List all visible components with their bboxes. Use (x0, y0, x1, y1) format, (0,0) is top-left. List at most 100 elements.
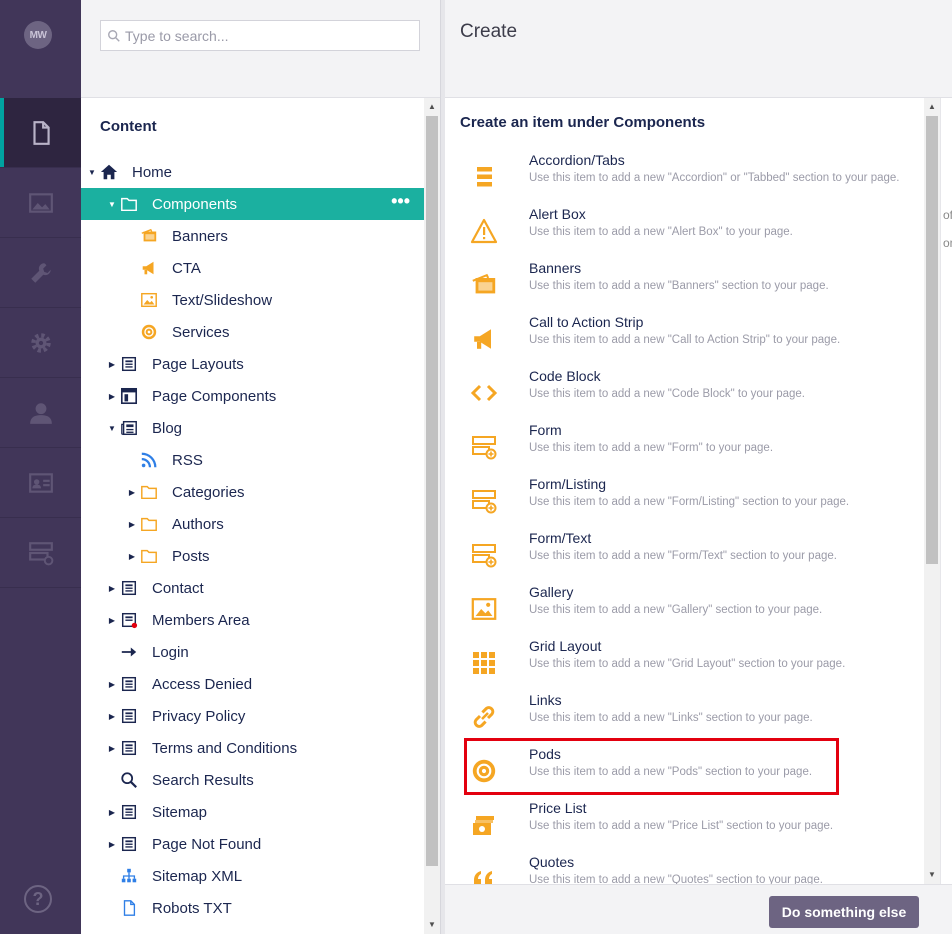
tree-node[interactable]: ▼ Blog (81, 412, 424, 444)
folder-orange-icon (140, 483, 158, 501)
scroll-down-arrow-icon[interactable]: ▼ (428, 920, 436, 929)
tree-node[interactable]: Robots TXT (81, 892, 424, 924)
caret-right-icon[interactable]: ▶ (107, 679, 117, 689)
create-header: Create (445, 0, 952, 98)
tree-node-label: Robots TXT (152, 900, 232, 917)
tree-node[interactable]: Search Results (81, 764, 424, 796)
create-item-form-text[interactable]: Form/Text Use this item to add a new "For… (445, 530, 924, 584)
caret-right-icon[interactable]: ▶ (107, 583, 117, 593)
caret-right-icon[interactable]: ▶ (127, 519, 137, 529)
section-members[interactable] (0, 448, 81, 518)
create-item-banners[interactable]: Banners Use this item to add a new "Banne… (445, 260, 924, 314)
tree-node[interactable]: ▼ Home (81, 156, 424, 188)
tree-node[interactable]: ▶ Page Components (81, 380, 424, 412)
scroll-up-arrow-icon[interactable]: ▲ (928, 102, 936, 111)
caret-right-icon[interactable]: ▶ (127, 487, 137, 497)
tree-node[interactable]: ▶ Members Area (81, 604, 424, 636)
caret-down-icon[interactable]: ▼ (87, 167, 97, 177)
tree-node-label: Services (172, 324, 230, 341)
tree-node[interactable]: ▶ Page Not Found (81, 828, 424, 860)
create-item-name: Form/Listing (529, 476, 607, 492)
file-icon (120, 899, 138, 917)
tree-node[interactable]: ▼ Components ••• (81, 188, 424, 220)
wrench-icon (30, 262, 51, 283)
caret-down-icon[interactable]: ▼ (107, 423, 117, 433)
create-item-call-to-action-strip[interactable]: Call to Action Strip Use this item to add… (445, 314, 924, 368)
tree-node[interactable]: Sitemap XML (81, 860, 424, 892)
section-content[interactable] (0, 98, 81, 168)
caret-right-icon[interactable]: ▶ (107, 743, 117, 753)
create-item-form[interactable]: Form Use this item to add a new "Form" to… (445, 422, 924, 476)
section-media[interactable] (0, 168, 81, 238)
create-scrollbar[interactable]: ▲ ▼ (924, 98, 940, 884)
tree-node[interactable]: ▶ Authors (81, 508, 424, 540)
section-packages[interactable] (0, 308, 81, 378)
create-item-description: Use this item to add a new "Grid Layout"… (529, 658, 846, 670)
section-users[interactable] (0, 378, 81, 448)
tree-title: Content (100, 118, 157, 135)
do-something-else-button[interactable]: Do something else (769, 896, 919, 928)
tree-node[interactable]: ▶ Terms and Conditions (81, 732, 424, 764)
caret-right-icon[interactable]: ▶ (107, 839, 117, 849)
tree-node[interactable]: CTA (81, 252, 424, 284)
more-actions-icon[interactable]: ••• (391, 192, 410, 210)
user-icon (29, 402, 52, 424)
accordion-icon (469, 162, 499, 192)
caret-right-icon[interactable]: ▶ (107, 615, 117, 625)
create-item-gallery[interactable]: Gallery Use this item to add a new "Galle… (445, 584, 924, 638)
tree-node[interactable]: ▶ Sitemap (81, 796, 424, 828)
caret-right-icon[interactable]: ▶ (107, 807, 117, 817)
create-item-name: Code Block (529, 368, 601, 384)
caret-right-icon[interactable]: ▶ (107, 711, 117, 721)
caret-right-icon[interactable]: ▶ (127, 551, 137, 561)
edge-text-fragment: of (943, 208, 952, 222)
caret-right-icon[interactable]: ▶ (107, 391, 117, 401)
caret-down-icon[interactable]: ▼ (107, 199, 117, 209)
tree-node[interactable]: Login (81, 636, 424, 668)
create-item-quotes[interactable]: Quotes Use this item to add a new "Quotes… (445, 854, 924, 884)
tree-node[interactable]: RSS (81, 444, 424, 476)
tree-node-label: Posts (172, 548, 210, 565)
user-avatar[interactable]: MW (24, 21, 52, 49)
tree-node-label: Blog (152, 420, 183, 437)
tree-node-label: Banners (172, 228, 228, 245)
search-box[interactable] (100, 20, 420, 51)
create-item-name: Banners (529, 260, 582, 276)
create-item-alert-box[interactable]: Alert Box Use this item to add a new "Ale… (445, 206, 924, 260)
tree-node[interactable]: ▶ Access Denied (81, 668, 424, 700)
section-forms[interactable] (0, 518, 81, 588)
create-item-price-list[interactable]: Price List Use this item to add a new "Pr… (445, 800, 924, 854)
page-icon (120, 579, 138, 597)
create-item-code-block[interactable]: Code Block Use this item to add a new "Co… (445, 368, 924, 422)
tree-node[interactable]: ▶ Page Layouts (81, 348, 424, 380)
create-item-description: Use this item to add a new "Quotes" sect… (529, 874, 823, 884)
tree-node-label: Privacy Policy (152, 708, 246, 725)
tree-node[interactable]: ▶ Categories (81, 476, 424, 508)
form-icon (469, 540, 499, 570)
create-scrollbar-thumb[interactable] (926, 116, 938, 564)
create-item-grid-layout[interactable]: Grid Layout Use this item to add a new "G… (445, 638, 924, 692)
caret-right-icon[interactable]: ▶ (107, 359, 117, 369)
form-icon (469, 486, 499, 516)
tree-node[interactable]: Services (81, 316, 424, 348)
scroll-down-arrow-icon[interactable]: ▼ (928, 870, 936, 879)
create-item-accordion-tabs[interactable]: Accordion/Tabs Use this item to add a new… (445, 152, 924, 206)
link-icon (469, 702, 499, 732)
section-settings[interactable] (0, 238, 81, 308)
tree-node[interactable]: ▶ Privacy Policy (81, 700, 424, 732)
tree-node[interactable]: ▶ Contact (81, 572, 424, 604)
tree-scrollbar[interactable]: ▲ ▼ (424, 98, 440, 934)
tree-node-label: RSS (172, 452, 203, 469)
help-icon[interactable]: ? (24, 885, 52, 913)
create-item-description: Use this item to add a new "Accordion" o… (529, 172, 900, 184)
tree-scrollbar-thumb[interactable] (426, 116, 438, 866)
page-icon (120, 835, 138, 853)
create-item-form-listing[interactable]: Form/Listing Use this item to add a new "… (445, 476, 924, 530)
tree-node-label: Text/Slideshow (172, 292, 273, 309)
tree-node[interactable]: Banners (81, 220, 424, 252)
create-item-name: Alert Box (529, 206, 586, 222)
search-input[interactable] (125, 27, 405, 44)
scroll-up-arrow-icon[interactable]: ▲ (428, 102, 436, 111)
tree-node[interactable]: Text/Slideshow (81, 284, 424, 316)
tree-node[interactable]: ▶ Posts (81, 540, 424, 572)
